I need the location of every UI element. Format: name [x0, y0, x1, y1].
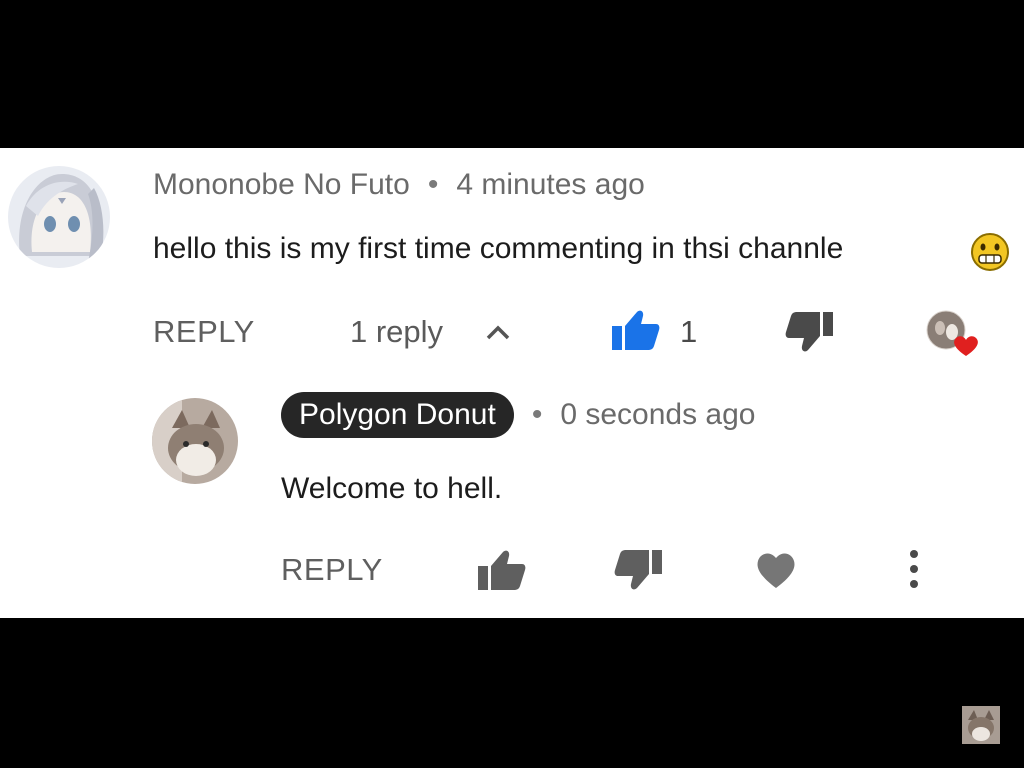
- reply-text: Welcome to hell.: [281, 472, 503, 505]
- view-replies-toggle[interactable]: 1 reply: [350, 314, 443, 350]
- reply-body: Welcome to hell.: [281, 472, 502, 506]
- comment-panel: Mononobe No Futo • 4 minutes ago hello thi…: [0, 148, 1024, 618]
- reply-timestamp[interactable]: 0 seconds ago: [560, 398, 755, 431]
- reply-author-avatar[interactable]: [152, 398, 238, 484]
- comment-timestamp[interactable]: 4 minutes ago: [456, 168, 644, 201]
- more-options-icon[interactable]: [904, 548, 924, 597]
- comment-author-avatar[interactable]: [8, 166, 110, 268]
- grimace-emoji-icon: [970, 232, 1010, 277]
- meta-separator: •: [427, 168, 439, 201]
- reply-meta: Polygon Donut • 0 seconds ago: [281, 392, 755, 438]
- thumbs-down-icon[interactable]: [614, 548, 664, 597]
- meta-separator: •: [531, 398, 543, 431]
- comment-text: hello this is my first time commenting i…: [153, 232, 844, 265]
- heart-icon[interactable]: [754, 550, 798, 595]
- comment-author-name[interactable]: Mononobe No Futo: [153, 168, 410, 201]
- like-count: 1: [680, 314, 698, 349]
- thumbs-down-icon[interactable]: [785, 310, 835, 359]
- thumbs-up-icon[interactable]: [476, 548, 526, 597]
- replies-count-label: 1 reply: [350, 314, 444, 349]
- reply-reply-button[interactable]: REPLY: [281, 552, 383, 588]
- channel-watermark: [962, 706, 1000, 744]
- chevron-up-icon[interactable]: [484, 320, 512, 349]
- reply-author-name[interactable]: Polygon Donut: [281, 392, 514, 438]
- thumbs-up-icon[interactable]: [610, 308, 660, 357]
- creator-heart-icon: [924, 308, 982, 363]
- comment-meta: Mononobe No Futo • 4 minutes ago: [153, 168, 645, 202]
- comment-reply-button[interactable]: REPLY: [153, 314, 255, 350]
- comment-body: hello this is my first time commenting i…: [153, 232, 843, 266]
